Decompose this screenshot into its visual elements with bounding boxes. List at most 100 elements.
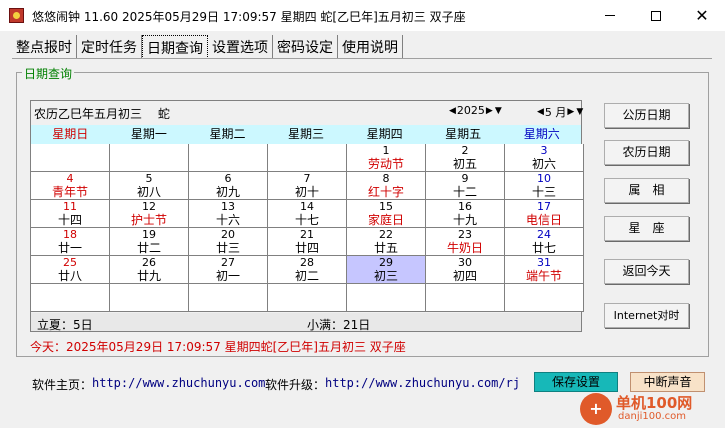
calendar-day-cell[interactable]: 30 初四 [426, 256, 505, 284]
internet-time-sync-button[interactable]: Internet对时 [604, 303, 689, 328]
zodiac-animal-button[interactable]: 属 相 [604, 178, 689, 203]
alarm-clock-icon [9, 8, 24, 23]
home-url-link[interactable]: http://www.zhuchunyu.com [92, 376, 265, 390]
update-url-link[interactable]: http://www.zhuchunyu.com/rj [325, 376, 520, 390]
weekday-fri: 星期五 [445, 127, 482, 141]
lunar-day-label: 廿三 [215, 241, 240, 255]
today-info: 今天：2025年05月29日 17:09:57 星期四蛇[乙巳年]五月初三 双子… [30, 340, 406, 354]
day-number: 11 [63, 200, 77, 213]
calendar-day-cell[interactable]: 21 廿四 [268, 228, 347, 256]
day-number: 14 [300, 200, 314, 213]
calendar-empty-cell [505, 284, 584, 312]
month-next-icon[interactable]: ▶ [566, 107, 575, 117]
calendar-day-cell[interactable]: 29 初三 [347, 256, 426, 284]
maximize-button[interactable] [633, 0, 679, 31]
festival-label: 劳动节 [367, 157, 404, 171]
tab-divider [12, 58, 712, 59]
lunar-day-label: 十六 [215, 213, 240, 227]
calendar-day-cell[interactable]: 20 廿三 [189, 228, 268, 256]
home-label: 软件主页： [32, 378, 93, 392]
lunar-day-label: 廿四 [294, 241, 319, 255]
tab-bar: 整点报时 定时任务 日期查询 设置选项 密码设定 使用说明 [12, 35, 403, 59]
year-next-icon[interactable]: ▶ [485, 106, 494, 116]
calendar-day-cell[interactable]: 17 电信日 [505, 200, 584, 228]
month-selector[interactable]: ◀ 5 月 ▶ ▼ [536, 104, 584, 120]
calendar-day-cell[interactable]: 1 劳动节 [347, 144, 426, 172]
day-number: 18 [63, 228, 77, 241]
tab-settings[interactable]: 设置选项 [208, 35, 273, 59]
month-dropdown-icon[interactable]: ▼ [575, 107, 584, 117]
day-number: 31 [537, 256, 551, 269]
calendar-empty-cell [110, 284, 189, 312]
tab-scheduled-tasks[interactable]: 定时任务 [77, 35, 142, 59]
year-selector[interactable]: ◀ 2025 ▶ ▼ [448, 104, 503, 117]
window-title: 悠悠闹钟 11.60 2025年05月29日 17:09:57 星期四 蛇[乙巳… [32, 10, 466, 24]
calendar-day-cell[interactable]: 3 初六 [505, 144, 584, 172]
calendar-day-cell[interactable]: 12 护士节 [110, 200, 189, 228]
calendar-empty-cell [268, 284, 347, 312]
calendar-day-cell[interactable]: 22 廿五 [347, 228, 426, 256]
calendar-day-cell[interactable]: 2 初五 [426, 144, 505, 172]
tab-password[interactable]: 密码设定 [273, 35, 338, 59]
calendar-day-cell[interactable]: 18 廿一 [31, 228, 110, 256]
calendar-day-cell[interactable]: 14 十七 [268, 200, 347, 228]
festival-label: 家庭日 [367, 213, 404, 227]
calendar-day-cell[interactable]: 28 初二 [268, 256, 347, 284]
lunar-day-label: 初五 [452, 157, 477, 171]
back-to-today-button[interactable]: 返回今天 [604, 259, 689, 284]
calendar-day-cell[interactable]: 26 廿九 [110, 256, 189, 284]
calendar-day-cell[interactable]: 7 初十 [268, 172, 347, 200]
calendar-empty-cell [426, 284, 505, 312]
lunar-day-label: 初二 [294, 269, 319, 283]
lunar-year-label: 农历乙巳年五月初三 蛇 [34, 107, 170, 121]
calendar-day-cell[interactable]: 4 青年节 [31, 172, 110, 200]
calendar-day-cell[interactable]: 16 十九 [426, 200, 505, 228]
calendar-day-cell[interactable]: 25 廿八 [31, 256, 110, 284]
calendar-day-cell[interactable]: 27 初一 [189, 256, 268, 284]
calendar-day-cell[interactable]: 5 初八 [110, 172, 189, 200]
lunar-day-label: 初九 [215, 185, 240, 199]
stop-sound-button[interactable]: 中断声音 [630, 372, 705, 392]
calendar-day-cell[interactable]: 11 十四 [31, 200, 110, 228]
calendar-day-cell[interactable]: 15 家庭日 [347, 200, 426, 228]
calendar-day-cell[interactable]: 31 端午节 [505, 256, 584, 284]
lunar-day-label: 廿五 [373, 241, 398, 255]
title-bar: 悠悠闹钟 11.60 2025年05月29日 17:09:57 星期四 蛇[乙巳… [0, 0, 725, 31]
tab-help[interactable]: 使用说明 [338, 35, 403, 59]
minimize-icon [605, 15, 615, 16]
minimize-button[interactable] [587, 0, 633, 31]
calendar-day-cell[interactable]: 23 牛奶日 [426, 228, 505, 256]
close-icon: ✕ [695, 5, 709, 25]
calendar-header: 农历乙巳年五月初三 蛇 ◀ 2025 ▶ ▼ ◀ 5 月 ▶ ▼ [30, 100, 584, 124]
lunar-day-label: 十二 [452, 185, 477, 199]
year-dropdown-icon[interactable]: ▼ [494, 106, 503, 116]
calendar-day-cell[interactable]: 19 廿二 [110, 228, 189, 256]
tab-hourly-chime[interactable]: 整点报时 [12, 35, 77, 59]
lunar-date-button[interactable]: 农历日期 [604, 140, 689, 165]
calendar-empty-cell [189, 144, 268, 172]
constellation-button[interactable]: 星 座 [604, 216, 689, 241]
watermark-title: 单机100网 [616, 394, 693, 412]
save-settings-button[interactable]: 保存设置 [534, 372, 618, 392]
day-number: 23 [458, 228, 472, 241]
lunar-day-label: 廿九 [136, 269, 161, 283]
lunar-day-label: 廿二 [136, 241, 161, 255]
year-prev-icon[interactable]: ◀ [448, 106, 457, 116]
calendar-day-cell[interactable]: 9 十二 [426, 172, 505, 200]
weekday-thu: 星期四 [366, 127, 403, 141]
site-watermark: + 单机100网 danji100.com [578, 392, 723, 426]
calendar-day-cell[interactable]: 6 初九 [189, 172, 268, 200]
festival-label: 青年节 [51, 185, 88, 199]
weekday-wed: 星期三 [288, 127, 325, 141]
tab-date-query[interactable]: 日期查询 [142, 35, 208, 59]
calendar-empty-cell [31, 284, 110, 312]
calendar-day-cell[interactable]: 13 十六 [189, 200, 268, 228]
month-prev-icon[interactable]: ◀ [536, 107, 545, 117]
calendar-day-cell[interactable]: 24 廿七 [505, 228, 584, 256]
lunar-day-label: 廿八 [57, 269, 82, 283]
gregorian-date-button[interactable]: 公历日期 [604, 103, 689, 128]
lunar-day-label: 十九 [452, 213, 477, 227]
calendar-day-cell[interactable]: 10 十三 [505, 172, 584, 200]
close-button[interactable]: ✕ [679, 0, 725, 31]
calendar-day-cell[interactable]: 8 红十字 [347, 172, 426, 200]
